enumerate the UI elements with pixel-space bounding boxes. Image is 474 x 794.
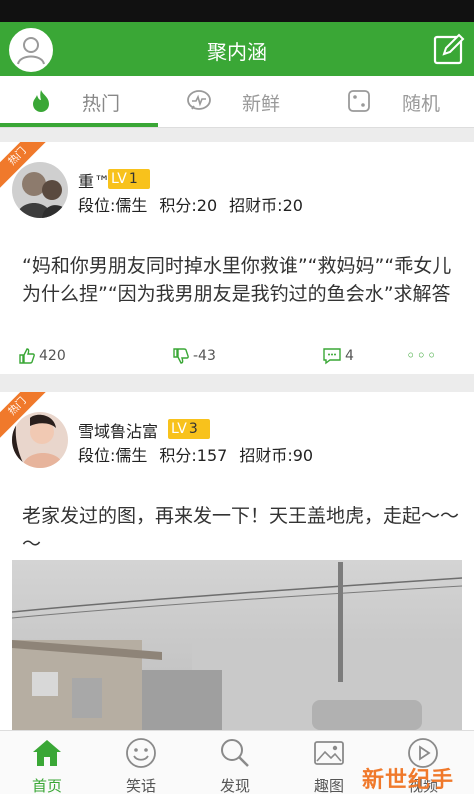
- rank-text: 段位:儒生: [78, 196, 148, 215]
- user-stats: 段位:儒生 积分:20 招财币:20: [78, 192, 315, 216]
- smiley-icon: [126, 738, 156, 768]
- watermark: 新世纪手游: [362, 768, 455, 793]
- dislike-button[interactable]: -43: [172, 340, 216, 372]
- app-header: 聚内涵: [0, 22, 474, 76]
- thumbs-up-icon: [19, 348, 35, 364]
- tab-fresh-label: 新鲜: [242, 93, 281, 115]
- dislike-count: -43: [193, 348, 216, 364]
- post-card[interactable]: 热门 雪域鲁沾富 LV 3 段位:儒生 积分:157 招财币:90 老家发过的图，再来…: [0, 392, 474, 730]
- avatar[interactable]: [12, 412, 68, 468]
- divider: [0, 127, 474, 128]
- flame-icon: [33, 90, 49, 112]
- post-content: “妈和你男朋友同时掉水里你救谁”“救妈妈”“乖女儿为什么捏”“因为我男朋友是我钓…: [22, 255, 452, 305]
- username[interactable]: 重™: [78, 168, 110, 192]
- tab-random[interactable]: 随机: [316, 76, 474, 128]
- tab-bar: 热门 新鲜 随机: [0, 76, 474, 128]
- nav-discover[interactable]: 发现: [188, 731, 282, 794]
- nav-home-label: 首页: [31, 777, 62, 794]
- tab-fresh[interactable]: 新鲜: [158, 76, 316, 128]
- post-card[interactable]: 热门 重™ LV 1 段位:儒生 积分:20 招财币:20 “妈和你男朋友同时掉水里你…: [0, 142, 474, 374]
- coins-text: 招财币:20: [229, 196, 303, 215]
- avatar[interactable]: [12, 162, 68, 218]
- tab-random-label: 随机: [402, 93, 441, 115]
- post-content: 老家发过的图，再来发一下！天王盖地虎，走起～～～: [22, 505, 460, 555]
- status-bar: [0, 0, 474, 22]
- like-count: 420: [39, 348, 66, 364]
- home-icon: [33, 740, 61, 766]
- post-image[interactable]: [12, 560, 462, 730]
- tab-hot[interactable]: 热门: [0, 76, 158, 128]
- points-text: 积分:157: [159, 446, 228, 465]
- username[interactable]: 雪域鲁沾富: [78, 418, 158, 442]
- coins-text: 招财币:90: [239, 446, 314, 465]
- more-options-icon[interactable]: ◦◦◦: [406, 340, 437, 372]
- nav-jokes-label: 笑话: [125, 777, 156, 794]
- comment-count: 4: [345, 348, 354, 364]
- nav-jokes[interactable]: 笑话: [94, 731, 188, 794]
- level-badge: LV 3: [168, 419, 210, 439]
- post-actions: 420 -43 4 ◦◦◦: [0, 340, 474, 372]
- comment-button[interactable]: 4: [322, 340, 354, 372]
- search-icon: [221, 739, 249, 767]
- page-title: 聚内涵: [207, 40, 267, 64]
- rank-text: 段位:儒生: [78, 446, 148, 465]
- nav-discover-label: 发现: [219, 777, 250, 794]
- compose-icon[interactable]: [432, 32, 466, 66]
- image-icon: [314, 741, 344, 765]
- user-stats: 段位:儒生 积分:157 招财币:90: [78, 442, 325, 466]
- dice-icon: [348, 90, 370, 112]
- tab-hot-label: 热门: [82, 93, 121, 115]
- comment-icon: [323, 348, 341, 365]
- nav-home[interactable]: 首页: [0, 731, 94, 794]
- level-badge: LV 1: [108, 169, 150, 189]
- thumbs-down-icon: [173, 348, 189, 364]
- chat-pulse-icon: [187, 90, 211, 110]
- points-text: 积分:20: [159, 196, 218, 215]
- like-button[interactable]: 420: [18, 340, 66, 372]
